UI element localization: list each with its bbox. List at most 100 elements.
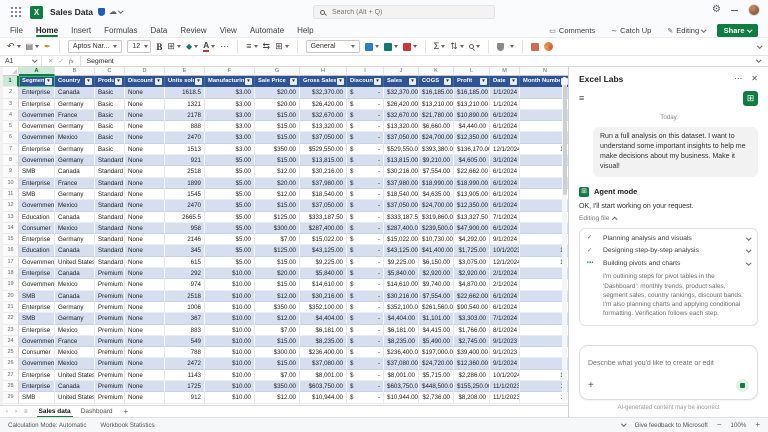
cell-B13[interactable]: Canada <box>55 211 95 223</box>
cell-C16[interactable]: Standard <box>95 245 125 257</box>
select-all-corner[interactable] <box>3 67 19 76</box>
cell-C29[interactable]: Premium <box>95 392 125 404</box>
filter-dropdown-icon[interactable]: ▾ <box>409 78 416 86</box>
row-number[interactable]: 15 <box>3 234 19 246</box>
cell-F10[interactable]: $5.00 <box>205 177 255 189</box>
column-header-G[interactable]: G <box>255 67 300 76</box>
cell-H28[interactable]: $603,750.00 <box>300 381 347 393</box>
cell-I22[interactable]: $ - <box>347 313 384 325</box>
catch-up-button[interactable]: ∼ Catch Up <box>606 25 656 36</box>
cell-D12[interactable]: None <box>125 200 165 212</box>
cell-E27[interactable]: 1143 <box>165 369 205 382</box>
cell-K19[interactable]: $9,740.00 <box>419 279 454 291</box>
cell-K8[interactable]: $9,210.00 <box>419 155 454 167</box>
row-number[interactable]: 12 <box>3 200 19 212</box>
cell-C4[interactable]: Basic <box>95 109 125 122</box>
filter-dropdown-icon[interactable]: ▾ <box>374 78 381 86</box>
cell-N2[interactable]: 1 <box>520 87 568 99</box>
cell-B10[interactable]: France <box>55 177 95 189</box>
cell-D26[interactable]: None <box>125 358 165 370</box>
cell-G26[interactable]: $15.00 <box>255 358 300 370</box>
cell-G13[interactable]: $125.00 <box>255 211 300 223</box>
cell-E17[interactable]: 615 <box>165 256 205 269</box>
cell-M25[interactable]: 9/1/2023 <box>490 347 520 359</box>
cell-C19[interactable]: Premium <box>95 279 125 291</box>
header-cell-discounts[interactable]: Discounts▾ <box>347 76 384 88</box>
cell-E5[interactable]: 888 <box>165 121 205 133</box>
cell-B27[interactable]: United States <box>55 369 95 382</box>
cell-F16[interactable]: $5.00 <box>205 245 255 257</box>
cell-M8[interactable]: 3/1/2024 <box>490 155 520 167</box>
cell-I27[interactable]: $ - <box>347 369 384 382</box>
cell-H9[interactable]: $30,216.00 <box>300 166 347 178</box>
menu-tab-home[interactable]: Home <box>35 24 59 37</box>
cell-J6[interactable]: $37,050.00 <box>384 132 419 144</box>
header-cell-sale-price[interactable]: Sale Price ▾ <box>255 76 300 88</box>
cell-I17[interactable]: $ - <box>347 256 384 269</box>
cell-F4[interactable]: $3.00 <box>205 109 255 122</box>
cell-M6[interactable]: 6/1/2024 <box>490 132 520 144</box>
cell-M16[interactable]: 10/1/2023 <box>490 245 520 257</box>
cell-E20[interactable]: 2518 <box>165 290 205 302</box>
cell-H17[interactable]: $9,225.00 <box>300 256 347 269</box>
cell-N28[interactable]: 11 <box>520 381 568 393</box>
cell-L10[interactable]: $18,990.00 <box>454 177 490 189</box>
cell-G5[interactable]: $15.00 <box>255 121 300 133</box>
cell-N10[interactable]: 6 <box>520 177 568 189</box>
cell-I18[interactable]: $ - <box>347 268 384 280</box>
cell-H20[interactable]: $30,216.00 <box>300 290 347 302</box>
cell-F21[interactable]: $10.00 <box>205 301 255 314</box>
cell-F2[interactable]: $3.00 <box>205 87 255 99</box>
cell-F23[interactable]: $10.00 <box>205 324 255 336</box>
ribbon-collapse-button[interactable] <box>756 43 762 48</box>
cell-M22[interactable]: 7/1/2024 <box>490 313 520 325</box>
cell-F26[interactable]: $10.00 <box>205 358 255 370</box>
cell-F6[interactable]: $3.00 <box>205 132 255 144</box>
row-number[interactable]: 1 <box>3 76 19 88</box>
cell-H27[interactable]: $8,001.00 <box>300 369 347 382</box>
cell-I5[interactable]: $ - <box>347 121 384 133</box>
bold-button[interactable]: B <box>156 42 162 52</box>
cell-D20[interactable]: None <box>125 290 165 302</box>
cell-K29[interactable]: $2,736.00 <box>419 392 454 404</box>
cell-B20[interactable]: Canada <box>55 290 95 302</box>
cell-L9[interactable]: $22,662.00 <box>454 166 490 178</box>
cell-E2[interactable]: 1618.5 <box>165 87 205 99</box>
cell-B16[interactable]: Canada <box>55 245 95 257</box>
cell-D7[interactable]: None <box>125 143 165 156</box>
cell-H5[interactable]: $13,320.00 <box>300 121 347 133</box>
status-item[interactable]: Calculation Mode: Automatic <box>8 422 86 429</box>
cell-J8[interactable]: $13,815.00 <box>384 155 419 167</box>
cell-D28[interactable]: None <box>125 381 165 393</box>
row-number[interactable]: 26 <box>3 358 19 370</box>
cell-A4[interactable]: Government <box>19 109 55 122</box>
cell-L3[interactable]: $13,210.00 <box>454 98 490 110</box>
cell-A2[interactable]: Enterprise <box>19 87 55 99</box>
cell-K9[interactable]: $7,554.00 <box>419 166 454 178</box>
table-tools-button[interactable] <box>530 42 539 51</box>
cell-G12[interactable]: $15.00 <box>255 200 300 212</box>
cell-G16[interactable]: $125.00 <box>255 245 300 257</box>
cell-J29[interactable]: $10,944.00 <box>384 392 419 404</box>
cell-C27[interactable]: Premium <box>95 369 125 382</box>
panel-close-icon[interactable]: ✕ <box>751 75 758 83</box>
cell-N6[interactable]: 6 <box>520 132 568 144</box>
zoom-in-button[interactable]: + <box>755 421 760 429</box>
cell-L6[interactable]: $12,350.00 <box>454 132 490 144</box>
cell-H19[interactable]: $14,610.00 <box>300 279 347 291</box>
cell-D15[interactable]: None <box>125 234 165 246</box>
row-number[interactable]: 28 <box>3 381 19 393</box>
cell-E13[interactable]: 2665.5 <box>165 211 205 223</box>
cell-B26[interactable]: Mexico <box>55 358 95 370</box>
cell-I3[interactable]: $ - <box>347 98 384 110</box>
cell-A21[interactable]: Enterprise <box>19 301 55 314</box>
column-header-E[interactable]: E <box>165 67 205 76</box>
cell-N15[interactable]: 9 <box>520 234 568 246</box>
stop-generating-button[interactable] <box>736 379 749 392</box>
format-painter-button[interactable]: ✒ <box>44 42 51 51</box>
row-number[interactable]: 24 <box>3 335 19 348</box>
cell-M14[interactable]: 6/1/2024 <box>490 222 520 235</box>
zoom-level[interactable]: 100% <box>731 422 747 429</box>
cell-E19[interactable]: 974 <box>165 279 205 291</box>
cell-J20[interactable]: $30,216.00 <box>384 290 419 302</box>
